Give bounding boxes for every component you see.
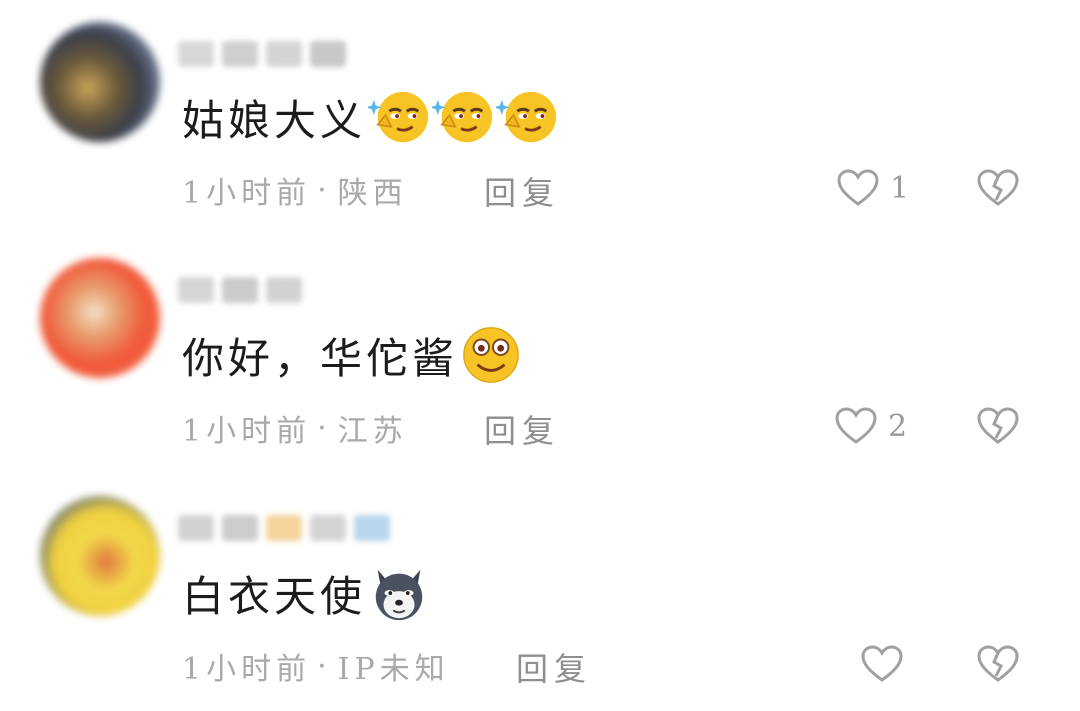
dislike-button[interactable] [976, 406, 1020, 450]
broken-heart-icon [977, 645, 1019, 682]
comment-meta: 1小时前 · IP未知 [182, 644, 450, 688]
comment-text-label: 你好，华佗酱 [182, 333, 459, 383]
broken-heart-icon [977, 407, 1019, 444]
smirk-emoji-icon [496, 91, 557, 143]
comment-text-label: 白衣天使 [182, 571, 367, 621]
comment-text-label: 姑娘大义 [182, 95, 367, 145]
reply-button[interactable]: 回复 [484, 406, 560, 452]
like-button[interactable]: 2 [834, 406, 907, 446]
avatar[interactable] [40, 258, 160, 378]
comment-text: 你好，华佗酱 [182, 324, 522, 386]
comment-location: IP未知 [337, 652, 450, 687]
husky-dog-emoji-icon [375, 569, 423, 621]
like-button[interactable] [860, 644, 914, 684]
comment-location: 陕西 [337, 176, 408, 211]
comment-meta: 1小时前 · 江苏 [182, 406, 408, 450]
meta-separator: · [317, 648, 332, 684]
heart-icon [861, 645, 903, 682]
reply-button[interactable]: 回复 [484, 168, 560, 214]
like-count: 1 [890, 170, 910, 206]
avatar[interactable] [40, 22, 160, 142]
heart-icon [837, 169, 879, 206]
like-count: 2 [888, 408, 908, 444]
heart-icon [835, 407, 877, 444]
dislike-button[interactable] [976, 644, 1020, 688]
comment-location: 江苏 [337, 414, 408, 449]
comment-text: 白衣天使 [182, 562, 430, 624]
username-blurred[interactable] [178, 272, 302, 308]
comment-time: 1小时前 [182, 414, 312, 449]
comment-time: 1小时前 [182, 652, 312, 687]
comment-text: 姑娘大义 [182, 86, 558, 148]
comment-meta: 1小时前 · 陕西 [182, 168, 408, 212]
meta-separator: · [317, 410, 332, 446]
dislike-button[interactable] [976, 168, 1020, 212]
comment-time: 1小时前 [182, 176, 312, 211]
smile-emoji-icon [463, 327, 519, 383]
username-blurred[interactable] [178, 510, 390, 546]
smirk-emoji-icon [368, 91, 429, 143]
reply-button[interactable]: 回复 [516, 644, 592, 690]
meta-separator: · [317, 172, 332, 208]
username-blurred[interactable] [178, 36, 346, 72]
avatar[interactable] [40, 496, 160, 616]
broken-heart-icon [977, 169, 1019, 206]
smirk-emoji-icon [432, 91, 493, 143]
like-button[interactable]: 1 [836, 168, 909, 208]
